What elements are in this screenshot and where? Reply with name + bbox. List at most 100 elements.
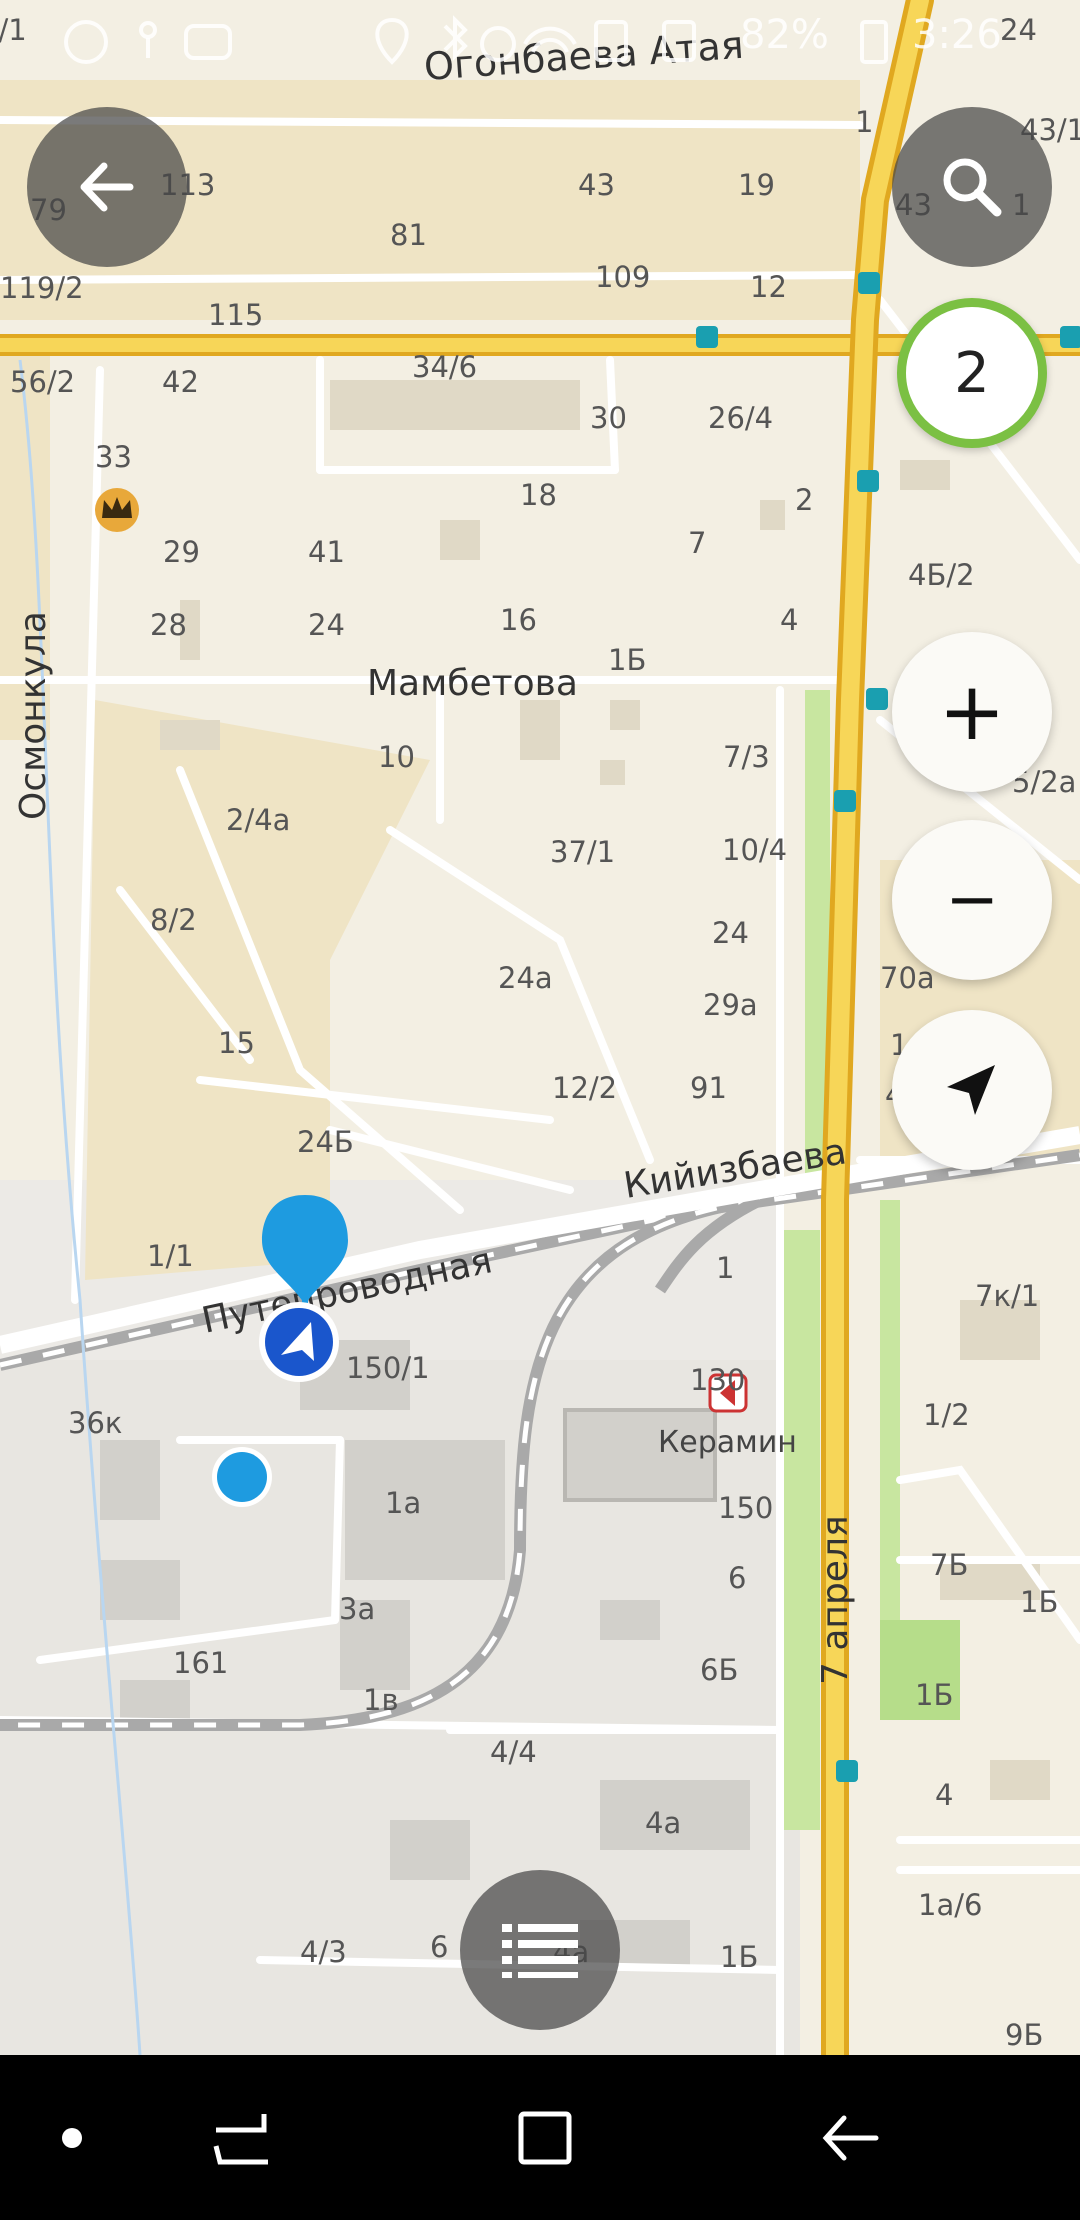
search-button[interactable] bbox=[892, 107, 1052, 267]
house-number-label: 109 bbox=[595, 260, 650, 294]
house-number-label: 10/4 bbox=[722, 833, 787, 867]
house-number-label: 7/3 bbox=[723, 740, 770, 774]
house-number-label: 43 bbox=[578, 168, 615, 202]
house-number-label: 28 bbox=[150, 608, 187, 642]
house-number-label: 2 bbox=[795, 483, 813, 517]
house-number-label: 91 bbox=[690, 1071, 727, 1105]
house-number-label: 24а bbox=[498, 961, 553, 995]
house-number-label: 29 bbox=[163, 535, 200, 569]
recent-apps-icon bbox=[213, 2113, 268, 2164]
waypoint-dot-icon[interactable] bbox=[212, 1447, 272, 1507]
house-number-label: 130 bbox=[690, 1363, 745, 1397]
status-bar: 82% 3:26 bbox=[0, 0, 1080, 80]
signal-icon bbox=[662, 20, 696, 62]
locate-me-button[interactable] bbox=[892, 1010, 1052, 1170]
clock: 3:26 bbox=[912, 12, 1002, 58]
navigation-arrow-icon bbox=[947, 1065, 995, 1115]
house-number-label: 16 bbox=[500, 603, 537, 637]
house-number-label: 33 bbox=[95, 440, 132, 474]
house-number-label: 1Б bbox=[915, 1678, 953, 1712]
house-number-label: 1 bbox=[716, 1251, 734, 1285]
bluetooth-icon bbox=[443, 15, 468, 61]
house-number-label: 1Б bbox=[720, 1940, 758, 1974]
house-number-label: 1/1 bbox=[147, 1239, 194, 1273]
house-number-label: 81 bbox=[390, 218, 427, 252]
house-number-label: 9Б bbox=[1005, 2018, 1043, 2052]
minus-icon: − bbox=[945, 863, 999, 937]
house-number-label: 119/2 bbox=[0, 271, 84, 305]
house-number-label: 7 bbox=[688, 526, 706, 560]
house-number-label: 41 bbox=[308, 535, 345, 569]
street-label-7-aprelya: 7 апреля bbox=[815, 1515, 856, 1685]
house-number-label: 7Б bbox=[930, 1548, 968, 1582]
wifi-icon bbox=[523, 26, 577, 53]
house-number-label: 1в bbox=[363, 1683, 399, 1717]
house-number-label: 18 bbox=[520, 478, 557, 512]
list-icon bbox=[502, 1924, 578, 1978]
house-number-label: 37/1 bbox=[550, 835, 615, 869]
battery-percentage: 82% bbox=[740, 12, 829, 58]
map-canvas[interactable]: Огонбаева Атая Мамбетова Осмонкула Кийиз… bbox=[0, 0, 1080, 2055]
search-icon bbox=[943, 158, 1002, 217]
house-number-label: 7к/1 bbox=[975, 1279, 1039, 1313]
alarm-icon bbox=[480, 26, 516, 62]
house-number-label: 4Б/2 bbox=[908, 558, 975, 592]
recent-dot-icon bbox=[62, 2127, 82, 2148]
house-number-label: 1а bbox=[385, 1486, 421, 1520]
house-number-label: 12/2 bbox=[552, 1071, 617, 1105]
house-number-label: 4 bbox=[935, 1778, 953, 1812]
recent-apps-button[interactable] bbox=[142, 2055, 342, 2220]
person-walking-icon bbox=[139, 21, 157, 39]
zoom-out-button[interactable]: − bbox=[892, 820, 1052, 980]
house-number-label: 42 bbox=[162, 365, 199, 399]
back-nav-button[interactable] bbox=[750, 2055, 950, 2220]
street-label-osmonkula: Осмонкула bbox=[13, 611, 54, 820]
list-button[interactable] bbox=[460, 1870, 620, 2030]
house-number-label: 34/6 bbox=[412, 350, 477, 384]
house-number-label: 6 bbox=[430, 1930, 448, 1964]
youtube-icon bbox=[184, 24, 232, 60]
house-number-label: 4 bbox=[780, 603, 798, 637]
house-number-label: 56/2 bbox=[10, 365, 75, 399]
house-number-label: 19 bbox=[738, 168, 775, 202]
home-button[interactable] bbox=[445, 2055, 645, 2220]
house-number-label: 150/1 bbox=[346, 1351, 430, 1385]
street-label-mambetova: Мамбетова bbox=[367, 663, 578, 704]
house-number-label: 161 bbox=[173, 1646, 228, 1680]
place-label-keramin: Керамин bbox=[658, 1425, 797, 1460]
crown-poi-icon[interactable] bbox=[95, 488, 139, 532]
house-number-label: 4а bbox=[645, 1806, 681, 1840]
back-button[interactable] bbox=[27, 107, 187, 267]
house-number-label: 150 bbox=[718, 1491, 773, 1525]
house-number-label: 1Б bbox=[1020, 1585, 1058, 1619]
whatsapp-icon bbox=[64, 20, 108, 64]
house-number-label: 4/4 bbox=[490, 1735, 537, 1769]
sim-icon bbox=[594, 20, 628, 62]
battery-icon bbox=[860, 20, 888, 64]
house-number-label: 24 bbox=[308, 608, 345, 642]
location-icon bbox=[375, 17, 409, 65]
route-count-badge[interactable]: 2 bbox=[897, 298, 1047, 448]
house-number-label: 115 bbox=[208, 298, 263, 332]
house-number-label: 8/2 bbox=[150, 903, 197, 937]
back-icon bbox=[822, 2115, 879, 2160]
zoom-in-button[interactable]: + bbox=[892, 632, 1052, 792]
house-number-label: 1а/6 bbox=[918, 1888, 982, 1922]
house-number-label: 6Б bbox=[700, 1653, 738, 1687]
house-number-label: 2/4а bbox=[226, 803, 290, 837]
house-number-label: 4/3 bbox=[300, 1935, 347, 1969]
house-number-label: 1/2 bbox=[923, 1398, 970, 1432]
plus-icon: + bbox=[938, 665, 1006, 758]
house-number-label: 15 bbox=[218, 1026, 255, 1060]
user-location-icon bbox=[259, 1302, 339, 1382]
house-number-label: 1 bbox=[855, 105, 873, 139]
route-count: 2 bbox=[954, 340, 990, 406]
house-number-label: 24 bbox=[712, 916, 749, 950]
home-icon bbox=[518, 2111, 572, 2164]
house-number-label: 12 bbox=[750, 270, 787, 304]
house-number-label: 36к bbox=[68, 1406, 122, 1440]
system-nav-bar bbox=[0, 2055, 1080, 2220]
house-number-label: 26/4 bbox=[708, 401, 773, 435]
house-number-label: 1Б bbox=[608, 643, 646, 677]
house-number-label: 3а bbox=[339, 1592, 375, 1626]
